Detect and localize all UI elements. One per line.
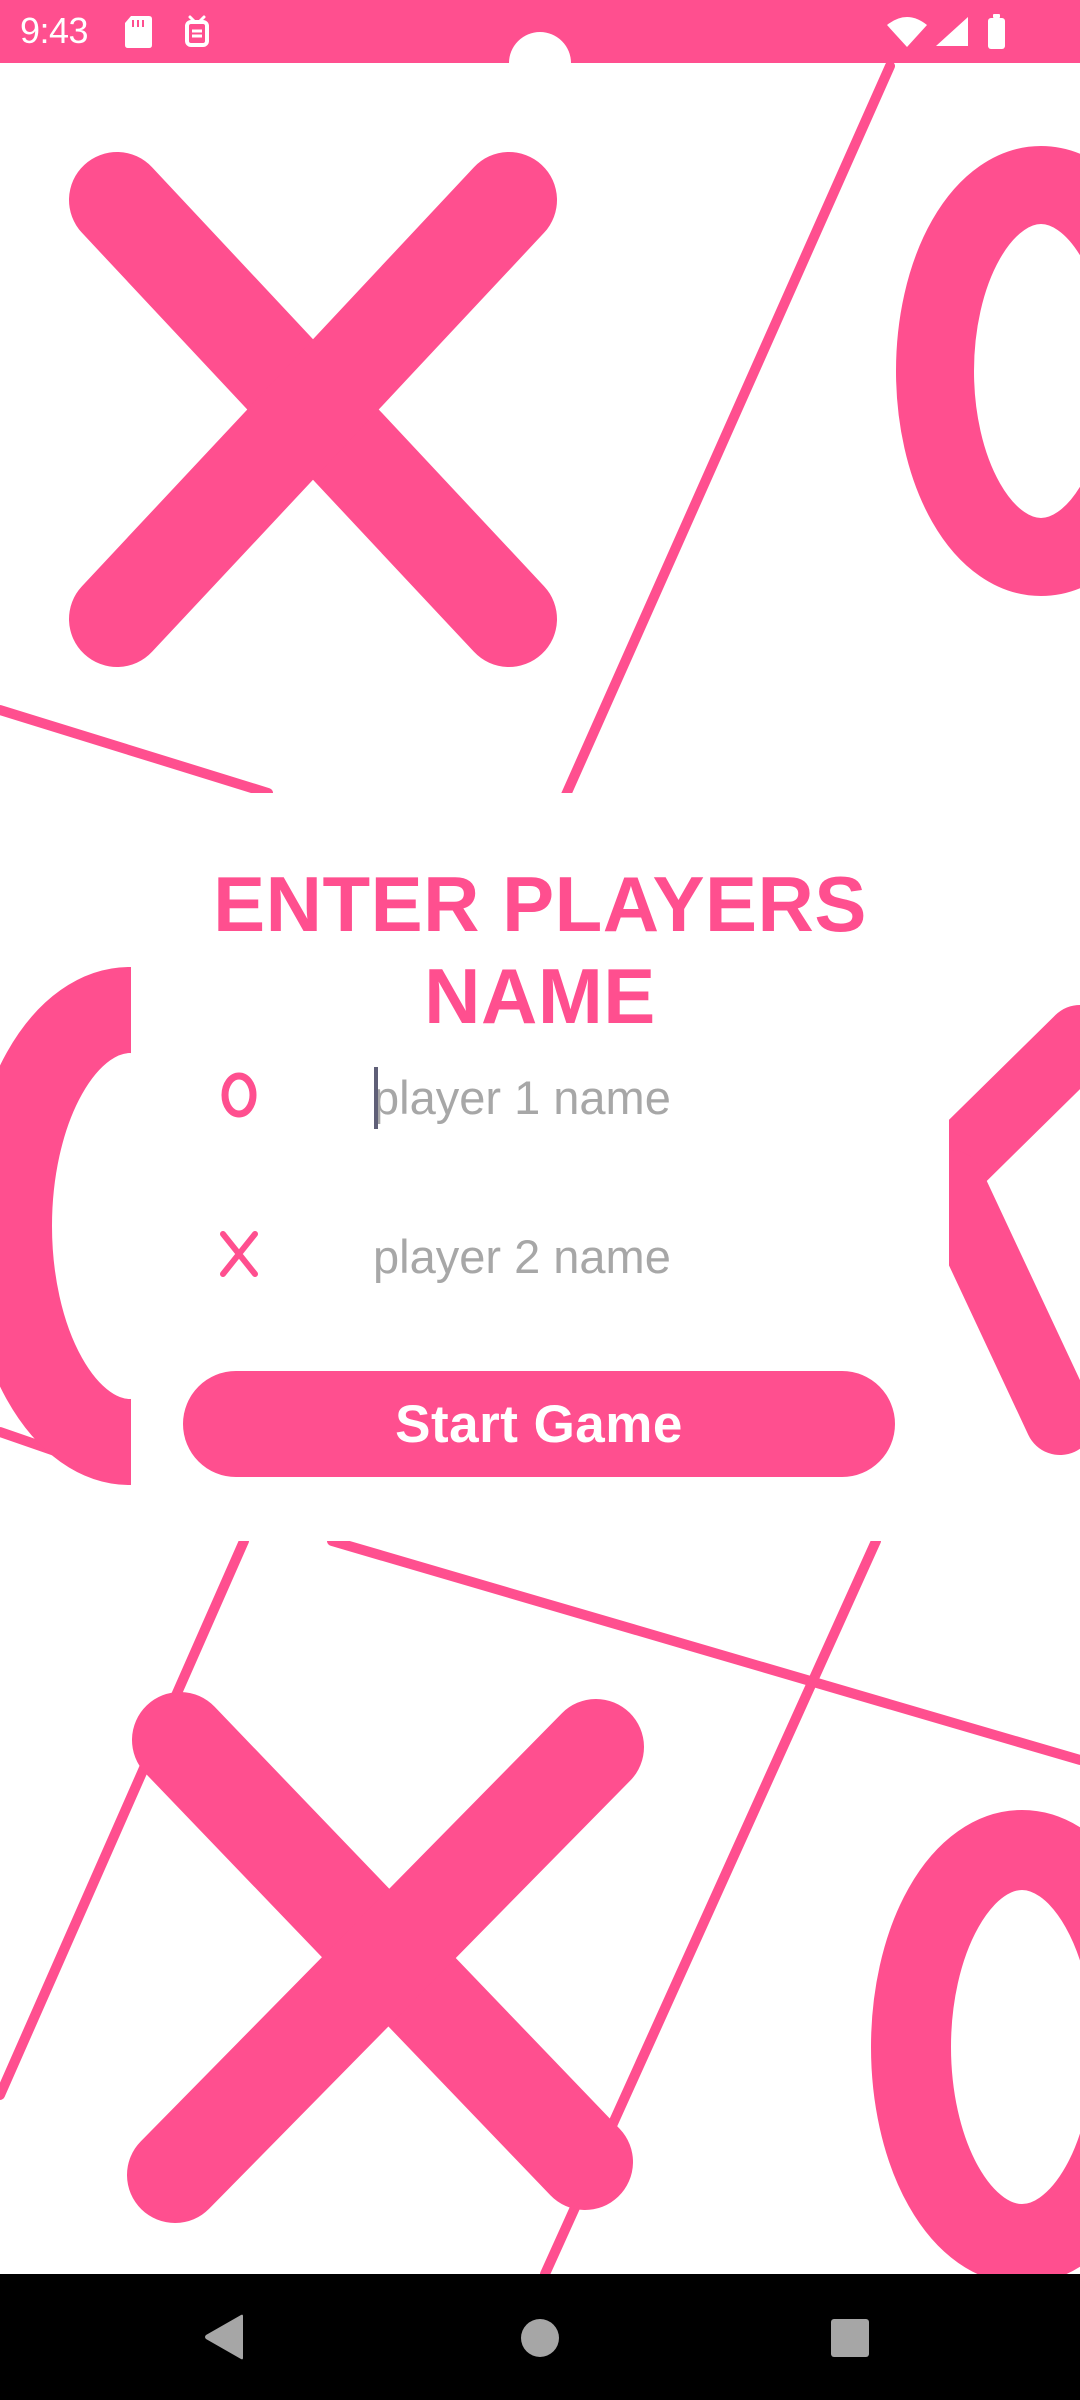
player-1-name-input[interactable] (373, 1059, 873, 1137)
back-icon[interactable] (203, 2313, 245, 2361)
text-cursor (374, 1067, 378, 1129)
player-name-form: ENTER PLAYERS NAME Start Game (131, 793, 949, 1541)
signal-icon (936, 17, 968, 46)
battery-icon (988, 14, 1005, 49)
x-mark-bottom-left (127, 1692, 644, 2223)
x-marker-icon (220, 1231, 258, 1277)
player-2-name-input[interactable] (373, 1218, 873, 1296)
o-mark-bottom-right (871, 1810, 1080, 2284)
player-name-screen: 9:43 ENTER PLAYERS NAME player 1 name pl… (0, 0, 1080, 2400)
board-line-top-left (0, 705, 273, 798)
x-mark-top-left (69, 152, 557, 667)
board-line-bottom-horizontal (327, 1536, 1080, 1765)
sd-card-icon (125, 16, 152, 48)
player-2-row (211, 1218, 873, 1296)
recent-apps-icon[interactable] (830, 2318, 870, 2358)
wifi-icon (887, 17, 927, 47)
o-marker-icon (221, 1072, 257, 1118)
home-icon[interactable] (519, 2317, 561, 2359)
player-1-row (211, 1059, 873, 1137)
status-bar: 9:43 (0, 0, 1080, 94)
status-time: 9:43 (20, 10, 89, 51)
system-navigation-bar (0, 2274, 1080, 2400)
form-title: ENTER PLAYERS NAME (213, 860, 867, 1040)
start-game-button[interactable]: Start Game (183, 1371, 895, 1477)
camera-cutout (509, 32, 571, 94)
board-line-top-right (560, 61, 895, 802)
tray-app-icon (185, 15, 209, 47)
o-mark-top-right (896, 146, 1080, 596)
x-mark-right-middle (915, 1005, 1080, 1455)
